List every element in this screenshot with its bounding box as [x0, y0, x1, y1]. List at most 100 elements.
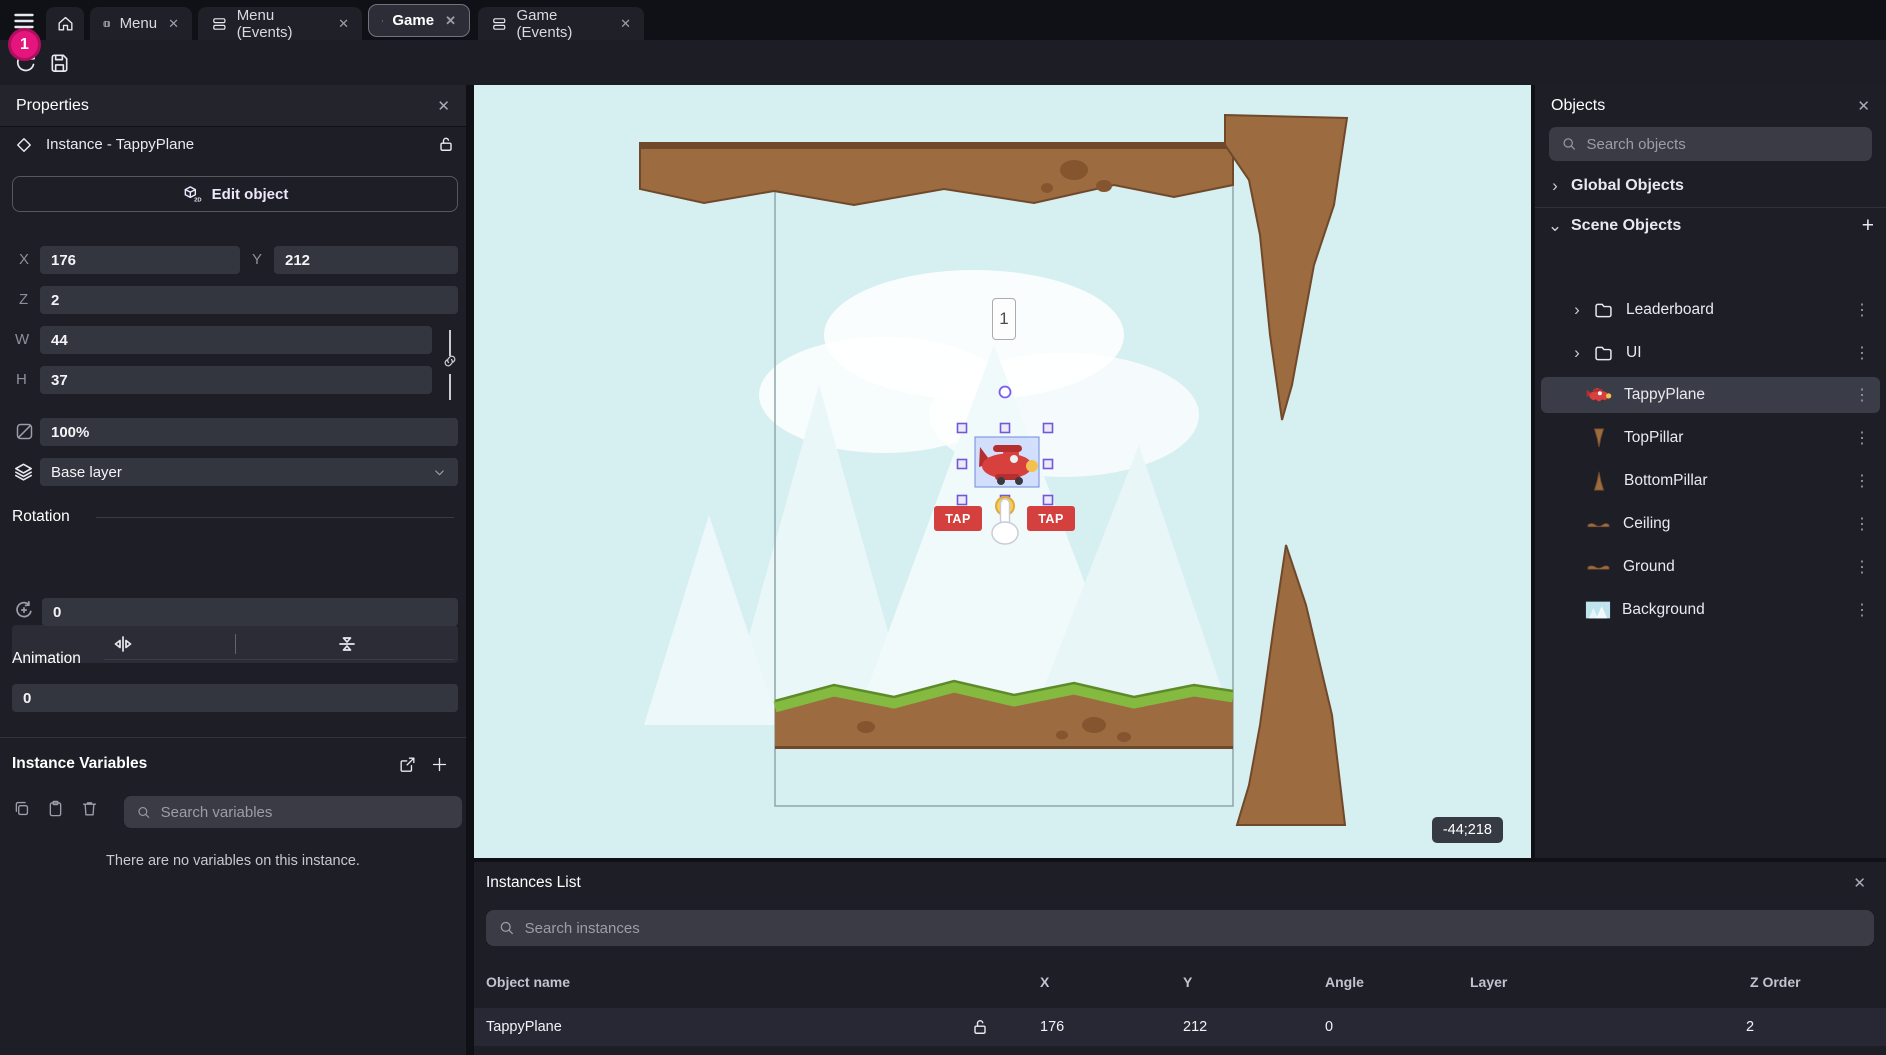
close-icon[interactable]: ✕: [620, 16, 631, 32]
kebab-menu-icon[interactable]: ⋮: [1854, 471, 1870, 491]
properties-panel: Properties ✕ Instance - TappyPlane 2D Ed…: [0, 85, 470, 1055]
instance-angle-cell: 0: [1325, 1008, 1333, 1046]
chevron-right-icon: ›: [1569, 300, 1585, 320]
instance-zorder-cell: 2: [1746, 1008, 1754, 1046]
paste-variable-button[interactable]: [46, 799, 65, 818]
tab-label: Game: [392, 12, 434, 29]
bottom-pillar-thumbnail-icon: [1588, 470, 1610, 492]
save-button[interactable]: [48, 51, 71, 74]
kebab-menu-icon[interactable]: ⋮: [1854, 557, 1870, 577]
x-input[interactable]: [40, 246, 240, 274]
h-label: H: [16, 366, 27, 394]
object-folder-ui[interactable]: › UI ⋮: [1541, 335, 1880, 371]
y-input[interactable]: [274, 246, 458, 274]
close-icon[interactable]: ✕: [1857, 97, 1870, 115]
object-label: TappyPlane: [1624, 386, 1705, 404]
w-label: W: [15, 326, 29, 354]
object-item-ground[interactable]: Ground ⋮: [1541, 549, 1880, 585]
scene-objects-row[interactable]: ⌄ Scene Objects +: [1547, 214, 1874, 238]
instance-table-row[interactable]: TappyPlane 176 212 0 2: [474, 1008, 1886, 1046]
z-input[interactable]: [40, 286, 458, 314]
notification-badge[interactable]: 1: [8, 28, 41, 61]
close-icon[interactable]: ✕: [168, 16, 179, 32]
column-angle[interactable]: Angle: [1325, 974, 1364, 990]
animation-input[interactable]: [12, 684, 458, 712]
object-label: UI: [1626, 344, 1642, 362]
column-layer[interactable]: Layer: [1470, 974, 1507, 990]
object-item-toppillar[interactable]: TopPillar ⋮: [1541, 420, 1880, 456]
opacity-input[interactable]: [40, 418, 458, 446]
object-item-background[interactable]: Background ⋮: [1541, 592, 1880, 628]
score-display: 1: [992, 298, 1016, 340]
object-2d-icon: 2D: [182, 184, 202, 204]
section-divider: [104, 659, 454, 660]
wh-link-button[interactable]: [441, 352, 459, 370]
object-label: Ground: [1623, 558, 1675, 576]
tap-right-label: TAP: [1027, 506, 1075, 531]
search-icon: [498, 919, 516, 937]
close-icon[interactable]: ✕: [445, 13, 456, 29]
global-objects-row[interactable]: › Global Objects: [1547, 176, 1684, 196]
kebab-menu-icon[interactable]: ⋮: [1854, 343, 1870, 363]
object-folder-leaderboard[interactable]: › Leaderboard ⋮: [1541, 292, 1880, 328]
instances-list-panel: Instances List ✕ Object name X Y Angle L…: [474, 858, 1886, 1055]
kebab-menu-icon[interactable]: ⋮: [1854, 428, 1870, 448]
flip-vertical-icon: [335, 632, 359, 656]
instances-search-input[interactable]: [525, 920, 1862, 937]
rotation-section-title: Rotation: [12, 508, 70, 526]
properties-panel-header: Properties ✕: [0, 85, 466, 127]
kebab-menu-icon[interactable]: ⋮: [1854, 514, 1870, 534]
folder-icon: [1593, 300, 1614, 321]
column-z-order[interactable]: Z Order: [1750, 974, 1801, 990]
tab-menu-events[interactable]: Menu (Events) ✕: [198, 7, 362, 40]
animation-section-title: Animation: [12, 650, 81, 668]
layer-value: Base layer: [51, 464, 122, 481]
object-item-ceiling[interactable]: Ceiling ⋮: [1541, 506, 1880, 542]
rotation-icon: [12, 598, 36, 622]
objects-search-input[interactable]: [1586, 136, 1860, 153]
object-label: Background: [1622, 601, 1705, 619]
column-x[interactable]: X: [1040, 974, 1049, 990]
flip-vertical-button[interactable]: [236, 625, 459, 663]
layer-select[interactable]: Base layer: [40, 458, 458, 486]
kebab-menu-icon[interactable]: ⋮: [1854, 300, 1870, 320]
variables-search-input[interactable]: [161, 804, 450, 821]
close-icon[interactable]: ✕: [1853, 874, 1866, 892]
add-object-plus-icon[interactable]: +: [1862, 214, 1874, 238]
h-input[interactable]: [40, 366, 432, 394]
chevron-down-icon: ⌄: [1547, 216, 1563, 236]
copy-variable-button[interactable]: [12, 799, 31, 818]
column-y[interactable]: Y: [1183, 974, 1192, 990]
tab-game[interactable]: Game ✕: [368, 4, 470, 37]
objects-panel: Objects ✕ › Global Objects ⌄ Scene Objec…: [1531, 85, 1886, 858]
instances-search[interactable]: [486, 910, 1874, 946]
section-divider: [96, 517, 454, 518]
top-pillar-thumbnail-icon: [1588, 427, 1610, 449]
global-objects-label: Global Objects: [1571, 177, 1684, 195]
variables-search[interactable]: [124, 796, 462, 828]
delete-variable-button[interactable]: [80, 799, 99, 818]
scene-icon: [103, 15, 111, 33]
close-icon[interactable]: ✕: [437, 97, 450, 115]
lock-instance-button[interactable]: [436, 134, 456, 154]
kebab-menu-icon[interactable]: ⋮: [1854, 600, 1870, 620]
object-item-tappyplane[interactable]: TappyPlane ⋮: [1541, 377, 1880, 413]
add-variable-button[interactable]: [430, 755, 449, 774]
w-input[interactable]: [40, 326, 432, 354]
object-item-bottompillar[interactable]: BottomPillar ⋮: [1541, 463, 1880, 499]
rotation-input[interactable]: [42, 598, 458, 626]
tab-menu[interactable]: Menu ✕: [90, 7, 192, 40]
unlock-icon[interactable]: [970, 1017, 990, 1037]
open-variables-editor-button[interactable]: [398, 755, 417, 774]
close-icon[interactable]: ✕: [338, 16, 349, 32]
tab-home[interactable]: [46, 7, 84, 40]
events-sheet-icon: [211, 15, 228, 33]
objects-search[interactable]: [1549, 127, 1872, 161]
link-icon: [441, 352, 459, 370]
edit-object-label: Edit object: [212, 186, 289, 203]
scene-canvas[interactable]: 1 TAP TAP -44;218: [474, 85, 1531, 858]
tab-game-events[interactable]: Game (Events) ✕: [478, 7, 644, 40]
edit-object-button[interactable]: 2D Edit object: [12, 176, 458, 212]
column-object-name[interactable]: Object name: [486, 974, 570, 990]
kebab-menu-icon[interactable]: ⋮: [1854, 385, 1870, 405]
